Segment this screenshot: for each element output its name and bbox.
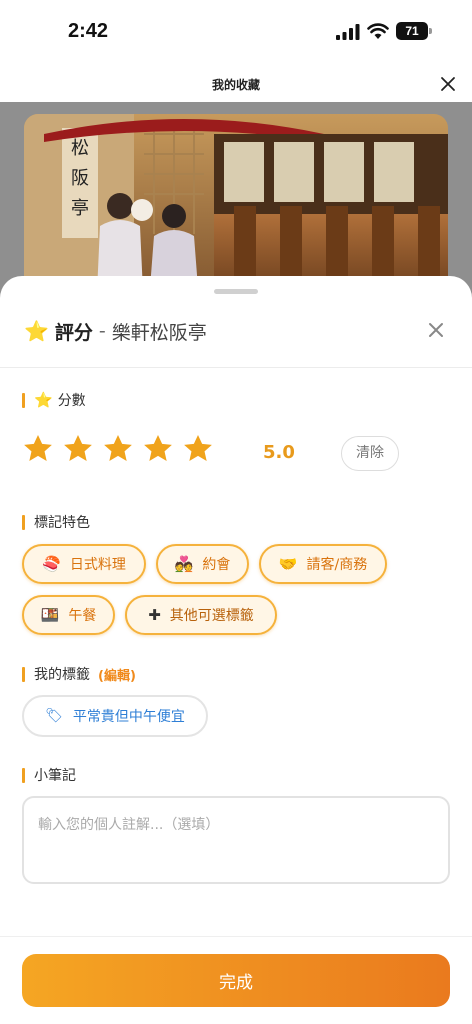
cellular-signal-icon (336, 24, 360, 40)
wifi-icon (367, 23, 389, 39)
score-label: 分數 (57, 393, 86, 409)
star-rating (22, 433, 214, 465)
clear-rating-button[interactable]: 清除 (341, 436, 399, 471)
close-icon[interactable] (438, 74, 458, 94)
sheet-grabber[interactable] (214, 289, 258, 294)
sheet-title: ⭐ 評分 - 樂軒松阪亭 (24, 316, 207, 346)
chip-label: 約會 (202, 557, 231, 573)
notes-label: 小筆記 (34, 768, 76, 784)
star-2-icon[interactable] (62, 433, 94, 465)
features-section-label: 標記特色 (22, 512, 90, 532)
feature-chip-business[interactable]: 🤝 請客/商務 (259, 544, 387, 584)
score-section-label: ⭐ 分數 (22, 390, 86, 410)
edit-tags-link[interactable]: (編輯) (98, 665, 136, 684)
battery-level: 71 (396, 22, 428, 40)
feature-chip-date[interactable]: 💑 約會 (156, 544, 249, 584)
backdrop-overlay: 松 阪 亭 (0, 102, 472, 314)
tag-label: 平常貴但中午便宜 (72, 709, 185, 725)
star-3-icon[interactable] (102, 433, 134, 465)
couple-icon: 💑 (174, 555, 194, 573)
chip-label: 午餐 (68, 608, 97, 624)
sushi-icon: 🍣 (42, 555, 61, 573)
star-5-icon[interactable] (182, 433, 214, 465)
my-tag-chip[interactable]: 🏷 平常貴但中午便宜 (22, 695, 208, 737)
svg-text:松: 松 (71, 138, 89, 159)
star-icon: ⭐ (24, 319, 49, 343)
feature-chip-japanese[interactable]: 🍣 日式料理 (22, 544, 146, 584)
title-separator: - (98, 320, 106, 342)
star-icon: ⭐ (34, 391, 53, 409)
notes-section-label: 小筆記 (22, 765, 76, 785)
status-time: 2:42 (68, 20, 109, 42)
more-tags-button[interactable]: ✚ 其他可選標籤 (125, 595, 277, 635)
star-4-icon[interactable] (142, 433, 174, 465)
sheet-title-label: 評分 (54, 321, 93, 344)
restaurant-name: 樂軒松阪亭 (111, 321, 207, 344)
divider (0, 936, 472, 937)
page-title: 我的收藏 (211, 78, 260, 92)
tag-icon: 🏷 (45, 708, 63, 724)
feature-chip-lunch[interactable]: 🍱 午餐 (22, 595, 115, 635)
divider (0, 367, 472, 368)
my-tags-section-label: 我的標籤 (編輯) (22, 664, 136, 684)
star-1-icon[interactable] (22, 433, 54, 465)
bento-icon: 🍱 (40, 606, 60, 624)
svg-text:阪: 阪 (71, 168, 89, 189)
svg-text:亭: 亭 (71, 198, 89, 219)
close-sheet-icon[interactable] (426, 320, 446, 340)
chip-label: 請客/商務 (306, 557, 368, 573)
notes-input[interactable] (22, 796, 450, 884)
page-header: 我的收藏 (0, 64, 472, 104)
chip-label: 其他可選標籤 (169, 608, 254, 624)
rating-sheet: ⭐ 評分 - 樂軒松阪亭 ⭐ 分數 5.0 清除 標記特色 🍣 日式料理 💑 約… (0, 276, 472, 1024)
my-tags-label: 我的標籤 (34, 667, 90, 683)
score-value: 5.0 (263, 442, 295, 463)
battery-icon: 71 (396, 22, 432, 40)
handshake-icon: 🤝 (278, 555, 298, 573)
chip-label: 日式料理 (69, 557, 126, 573)
done-button[interactable]: 完成 (22, 954, 450, 1007)
plus-icon: ✚ (148, 606, 161, 624)
status-bar: 2:42 71 (0, 0, 472, 64)
features-label: 標記特色 (34, 515, 90, 531)
